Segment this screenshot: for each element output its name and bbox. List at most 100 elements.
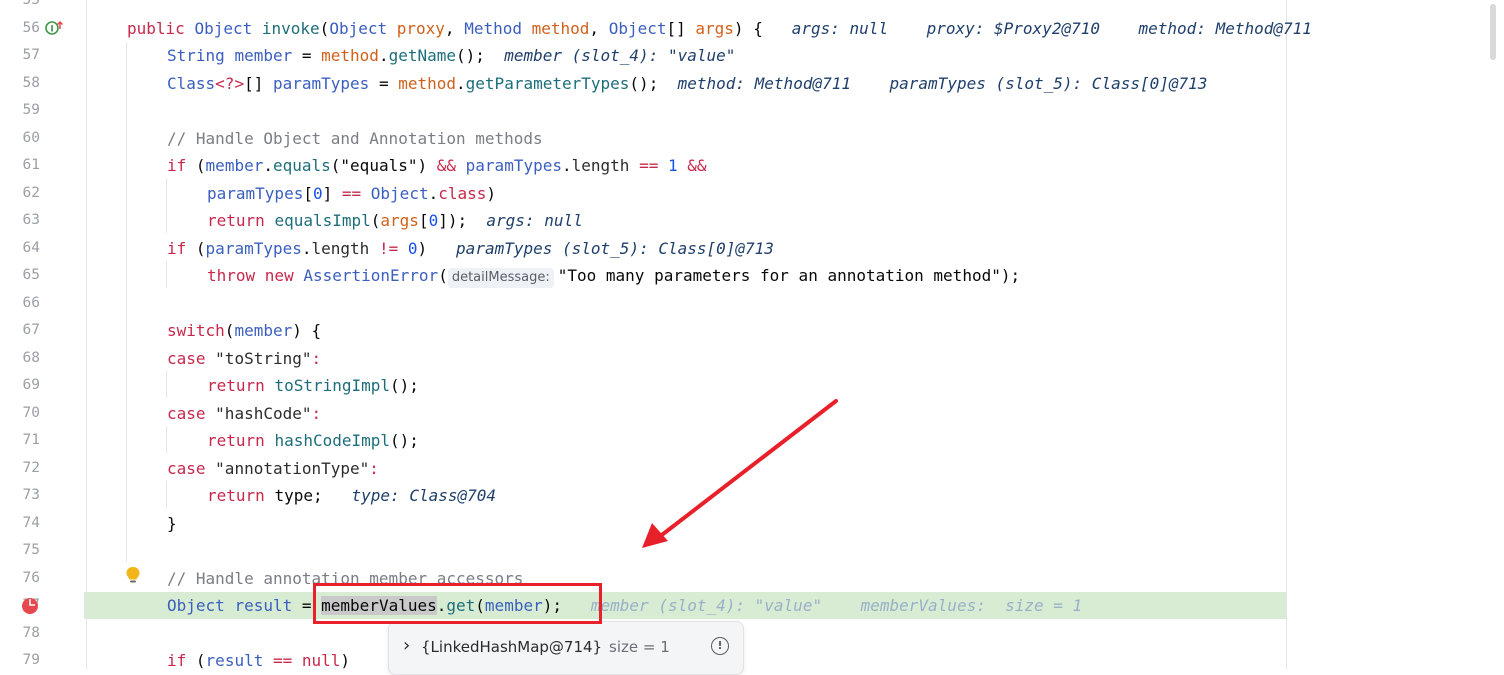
token: == (272, 651, 293, 670)
line-number: 61 (22, 157, 40, 173)
token: ) (417, 239, 428, 258)
code-text[interactable]: Object result = memberValues.get(member)… (167, 592, 1082, 619)
code-text[interactable]: if (member.equals("equals") && paramType… (167, 152, 707, 179)
lightbulb-icon[interactable] (125, 566, 141, 586)
line-number: 58 (22, 75, 40, 91)
code-text[interactable]: case "annotationType": (167, 455, 379, 482)
token: . (378, 46, 389, 65)
token: paramTypes (272, 74, 370, 93)
expand-chevron-icon[interactable]: › (403, 637, 410, 655)
line-number: 64 (22, 240, 40, 256)
line-number: 78 (22, 625, 40, 641)
token: Object (167, 596, 235, 615)
code-text[interactable]: case "toString": (167, 345, 321, 372)
code-text[interactable]: return hashCodeImpl(); (207, 427, 419, 454)
line-number: 79 (22, 652, 40, 668)
breakpoint-icon[interactable] (21, 596, 41, 616)
token: case (167, 459, 216, 478)
token: ) (486, 184, 497, 203)
parameter-name-hint: detailMessage: (447, 268, 554, 288)
code-line: 66 (0, 290, 1480, 317)
code-text[interactable]: Class<?>[] paramTypes = method.getParame… (167, 70, 1207, 97)
token: (); (390, 431, 419, 450)
token: case (167, 404, 216, 423)
debug-inline-value: member (slot_4): "value" memberValues: s… (590, 596, 1083, 615)
code-text[interactable]: if (result == null) (167, 647, 350, 674)
annotation-highlight-box (313, 583, 602, 624)
token: AssertionError (303, 266, 439, 285)
token: = (369, 74, 399, 93)
code-text[interactable]: return type; type: Class@704 (207, 482, 496, 509)
token: = (292, 46, 322, 65)
token: "hashCode" (215, 404, 312, 423)
code-text[interactable]: paramTypes[0] == Object.class) (207, 180, 496, 207)
token: [] (244, 74, 273, 93)
annotation-arrow-icon (642, 399, 838, 548)
token: switch (167, 321, 225, 340)
token: result (205, 651, 273, 670)
code-text[interactable]: if (paramTypes.length != 0) paramTypes (… (167, 235, 774, 262)
debug-value-popup[interactable]: › {LinkedHashMap@714} size = 1 ! (388, 621, 744, 675)
token: == (639, 156, 659, 175)
token: member (234, 46, 293, 65)
token: ) { (733, 19, 763, 38)
debug-inline-value: paramTypes (slot_5): Class[0]@713 (456, 239, 774, 258)
token: class (438, 184, 487, 203)
token: getParameterTypes (465, 74, 630, 93)
token: , (589, 19, 609, 38)
token: Object (329, 19, 397, 38)
token: ( (319, 19, 330, 38)
token: getName (388, 46, 457, 65)
token: Object (608, 19, 667, 38)
token: 0 (312, 184, 323, 203)
token: member (205, 156, 264, 175)
token: . (301, 239, 312, 258)
token: result (234, 596, 293, 615)
vertical-scrollbar-thumb[interactable] (1490, 4, 1496, 60)
token: public (127, 19, 195, 38)
token: != (378, 239, 399, 258)
line-number: 57 (22, 47, 40, 63)
code-text[interactable]: return toStringImpl(); (207, 372, 419, 399)
token: . (428, 184, 439, 203)
token: == (341, 184, 362, 203)
token: ] (322, 184, 342, 203)
token: null (301, 651, 341, 670)
token: : (311, 404, 322, 423)
token: 0 (428, 211, 439, 230)
line-number: 68 (22, 350, 40, 366)
info-icon[interactable]: ! (711, 637, 729, 655)
line-number: 59 (22, 102, 40, 118)
code-text[interactable]: case "hashCode": (167, 400, 321, 427)
code-text[interactable]: } (167, 510, 177, 537)
code-text[interactable]: switch(member) { (167, 317, 321, 344)
popup-object-label[interactable]: {LinkedHashMap@714} (421, 638, 602, 656)
code-text[interactable]: return equalsImpl(args[0]); args: null (207, 207, 583, 234)
debug-inline-value: member (slot_4): "value" (504, 46, 736, 65)
token: . (456, 74, 466, 93)
implements-icon[interactable]: I (45, 19, 65, 37)
line-number: 55 (22, 0, 40, 8)
debug-inline-value: args: null proxy: $Proxy2@710 method: Me… (791, 19, 1312, 38)
token: "toString" (215, 349, 312, 368)
token: , (444, 19, 465, 38)
token: method (398, 74, 457, 93)
token: Object (194, 19, 262, 38)
token: Object (370, 184, 429, 203)
token: . (263, 156, 273, 175)
code-text[interactable]: throw new AssertionError(detailMessage: "… (207, 262, 1020, 289)
token: ) { (292, 321, 322, 340)
token: Class (167, 74, 216, 93)
popup-size-label: size = 1 (609, 638, 670, 656)
token: : (311, 349, 322, 368)
code-text[interactable]: public Object invoke(Object proxy, Metho… (127, 15, 1312, 42)
line-number: 74 (22, 515, 40, 531)
code-text[interactable]: String member = method.getName(); member… (167, 42, 735, 69)
token: && (687, 156, 707, 175)
code-line: 59 (0, 97, 1480, 124)
token: && (436, 156, 457, 175)
code-comment[interactable]: // Handle Object and Annotation methods (167, 125, 543, 152)
token: if (167, 156, 196, 175)
debug-inline-value: args: null (486, 211, 583, 230)
token: hashCodeImpl (274, 431, 391, 450)
